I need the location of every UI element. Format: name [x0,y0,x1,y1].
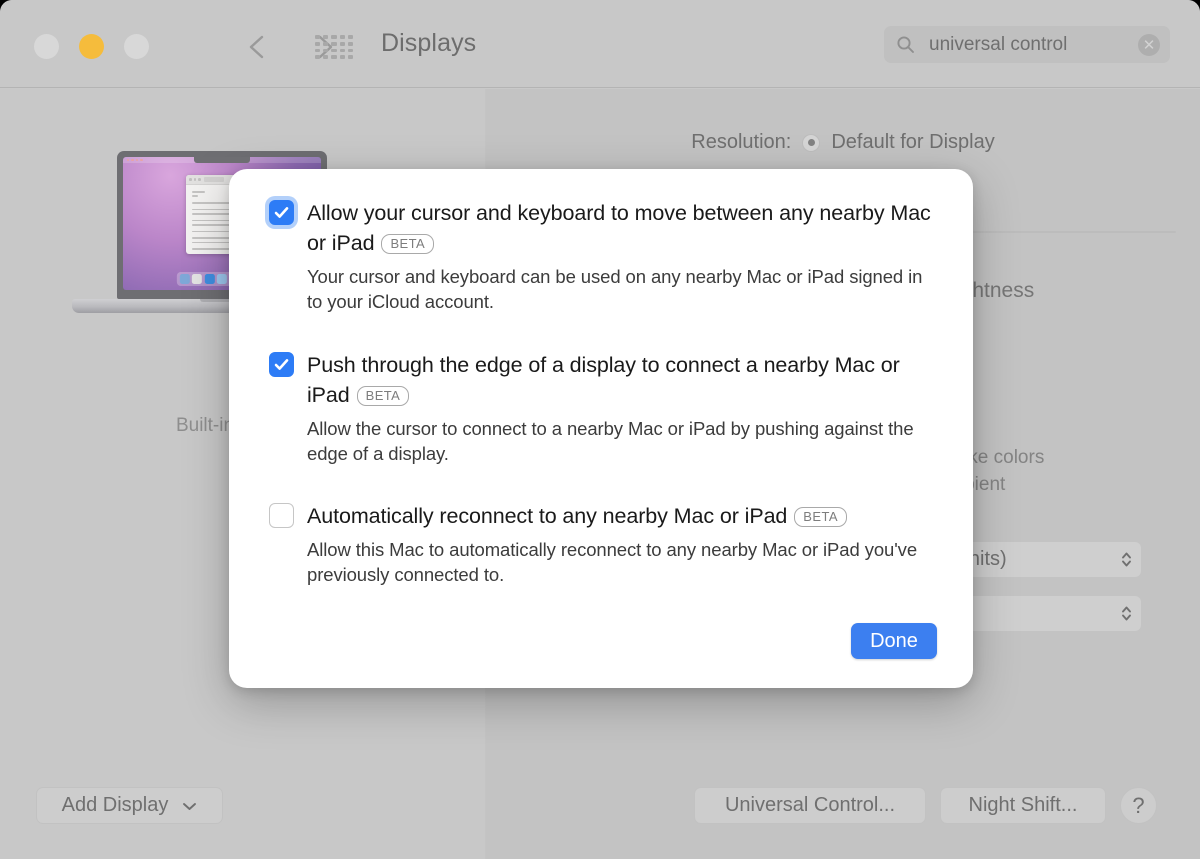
option-description: Your cursor and keyboard can be used on … [307,266,923,312]
option-title-text: Automatically reconnect to any nearby Ma… [307,504,788,528]
universal-control-button[interactable]: Universal Control... [694,787,926,824]
chevron-updown-icon [1108,604,1133,623]
window-titlebar: Displays universal control ✕ [0,0,1200,88]
screen: Displays universal control ✕ Built-in Re… [0,0,1200,859]
option-header: Automatically reconnect to any nearby Ma… [269,501,937,531]
minimize-button-icon[interactable] [79,34,104,59]
checkbox-wrap [269,198,307,225]
option-row-push-through-edge: Push through the edge of a display to co… [269,350,937,466]
show-all-preferences-grid-icon[interactable] [313,33,355,61]
option-title: Allow your cursor and keyboard to move b… [307,198,937,258]
search-clear-icon[interactable]: ✕ [1138,33,1160,56]
search-field[interactable]: universal control ✕ [884,26,1170,63]
search-icon [896,35,915,54]
checkbox-wrap [269,501,307,528]
chevron-updown-icon [1108,550,1133,569]
checkbox-allow-cursor-keyboard[interactable] [269,200,294,225]
option-header: Push through the edge of a display to co… [269,350,937,410]
option-title: Automatically reconnect to any nearby Ma… [307,501,937,531]
chevron-down-icon [182,794,197,817]
option-description: Allow this Mac to automatically reconnec… [307,539,918,585]
option-header: Allow your cursor and keyboard to move b… [269,198,937,258]
beta-badge: BETA [356,386,410,406]
checkbox-auto-reconnect[interactable] [269,503,294,528]
macbook-notch [194,157,250,163]
universal-control-dialog: Allow your cursor and keyboard to move b… [229,169,973,688]
resolution-row: Resolution: Default for Display [486,131,1200,154]
resolution-radio-default[interactable] [802,133,821,152]
option-row-cursor-keyboard: Allow your cursor and keyboard to move b… [269,198,937,314]
checkbox-push-through-edge[interactable] [269,352,294,377]
beta-badge: BETA [381,234,435,254]
resolution-label: Resolution: [691,131,792,153]
help-button[interactable]: ? [1120,787,1157,824]
beta-badge: BETA [794,507,847,527]
done-button[interactable]: Done [851,623,937,659]
traffic-light-group [34,34,149,59]
search-input-value[interactable]: universal control [929,34,1138,56]
add-display-button[interactable]: Add Display [36,787,223,824]
option-description: Allow the cursor to connect to a nearby … [307,418,914,464]
menubar-items [127,158,143,161]
brightness-slider-track[interactable] [966,231,1176,233]
option-row-auto-reconnect: Automatically reconnect to any nearby Ma… [269,501,937,587]
close-button-icon[interactable] [34,34,59,59]
night-shift-button[interactable]: Night Shift... [940,787,1106,824]
page-title: Displays [381,29,477,57]
checkbox-wrap [269,350,307,377]
add-display-label: Add Display [61,794,169,816]
displays-preferences-window: Displays universal control ✕ Built-in Re… [0,0,1200,859]
preview-traffic-lights [189,178,201,181]
back-chevron-icon[interactable] [238,27,278,67]
option-title: Push through the edge of a display to co… [307,350,937,410]
zoom-button-icon[interactable] [124,34,149,59]
resolution-option-label[interactable]: Default for Display [831,131,994,154]
